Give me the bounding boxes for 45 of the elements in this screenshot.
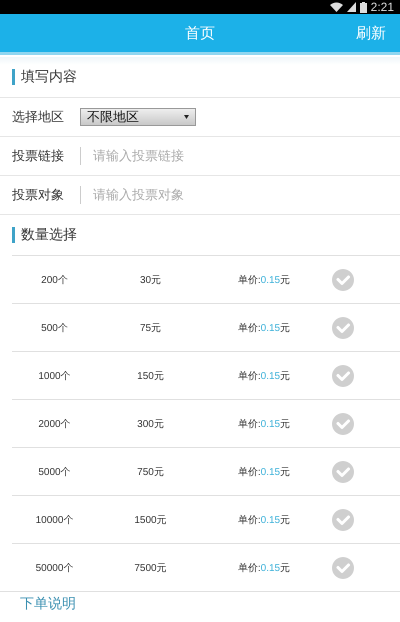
total-price-cell-text: 150元 bbox=[137, 370, 164, 382]
unit-price-cell-text: 单价:0.15元 bbox=[238, 562, 290, 574]
unit-price-cell-text: 单价:0.15元 bbox=[238, 418, 290, 430]
check-icon[interactable] bbox=[332, 364, 354, 386]
unit-price-cell-text: 单价:0.15元 bbox=[238, 274, 290, 286]
check-icon[interactable] bbox=[332, 508, 354, 530]
field-label: 选择地区 bbox=[12, 109, 65, 126]
signal-icon bbox=[346, 2, 356, 12]
quantity-cell-text: 1000个 bbox=[38, 370, 71, 382]
region-dropdown[interactable]: 不限地区 bbox=[80, 108, 196, 126]
check-icon[interactable] bbox=[332, 556, 354, 578]
input-field[interactable]: 请输入投票链接 bbox=[93, 148, 343, 164]
quantity-cell-text: 2000个 bbox=[38, 418, 71, 430]
check-icon[interactable] bbox=[332, 268, 354, 290]
clock: 2:21 bbox=[370, 0, 394, 14]
unit-price-cell-text: 单价:0.15元 bbox=[238, 370, 290, 382]
screen-title: 首页 bbox=[185, 24, 215, 42]
section-title: 下单说明 bbox=[19, 595, 77, 612]
section-marker bbox=[12, 227, 15, 243]
total-price-cell-text: 75元 bbox=[140, 322, 162, 334]
section-marker bbox=[12, 69, 15, 85]
total-price-cell-text: 7500元 bbox=[134, 562, 167, 574]
input-field[interactable]: 请输入投票对象 bbox=[93, 188, 343, 202]
unit-price-cell-text: 单价:0.15元 bbox=[238, 466, 290, 478]
battery-icon bbox=[360, 2, 367, 12]
quantity-cell-text: 10000个 bbox=[36, 514, 74, 526]
wifi-icon bbox=[330, 2, 343, 12]
section-title: 数量选择 bbox=[21, 226, 77, 244]
field-label: 投票链接 bbox=[12, 148, 65, 165]
field-label: 投票对象 bbox=[12, 187, 65, 204]
check-icon[interactable] bbox=[332, 460, 354, 482]
quantity-cell-text: 200个 bbox=[41, 274, 68, 286]
check-icon[interactable] bbox=[332, 316, 354, 338]
total-price-cell-text: 300元 bbox=[137, 418, 164, 430]
quantity-cell-text: 5000个 bbox=[38, 466, 71, 478]
unit-price-cell-text: 单价:0.15元 bbox=[238, 322, 290, 334]
section-title: 填写内容 bbox=[21, 68, 77, 86]
quantity-cell-text: 50000个 bbox=[36, 562, 74, 574]
quantity-cell-text: 500个 bbox=[41, 322, 68, 334]
total-price-cell-text: 750元 bbox=[137, 466, 164, 478]
caret-icon bbox=[184, 115, 189, 119]
total-price-cell-text: 1500元 bbox=[134, 514, 167, 526]
unit-price-cell-text: 单价:0.15元 bbox=[238, 514, 290, 526]
total-price-cell-text: 30元 bbox=[140, 274, 162, 286]
check-icon[interactable] bbox=[332, 412, 354, 434]
